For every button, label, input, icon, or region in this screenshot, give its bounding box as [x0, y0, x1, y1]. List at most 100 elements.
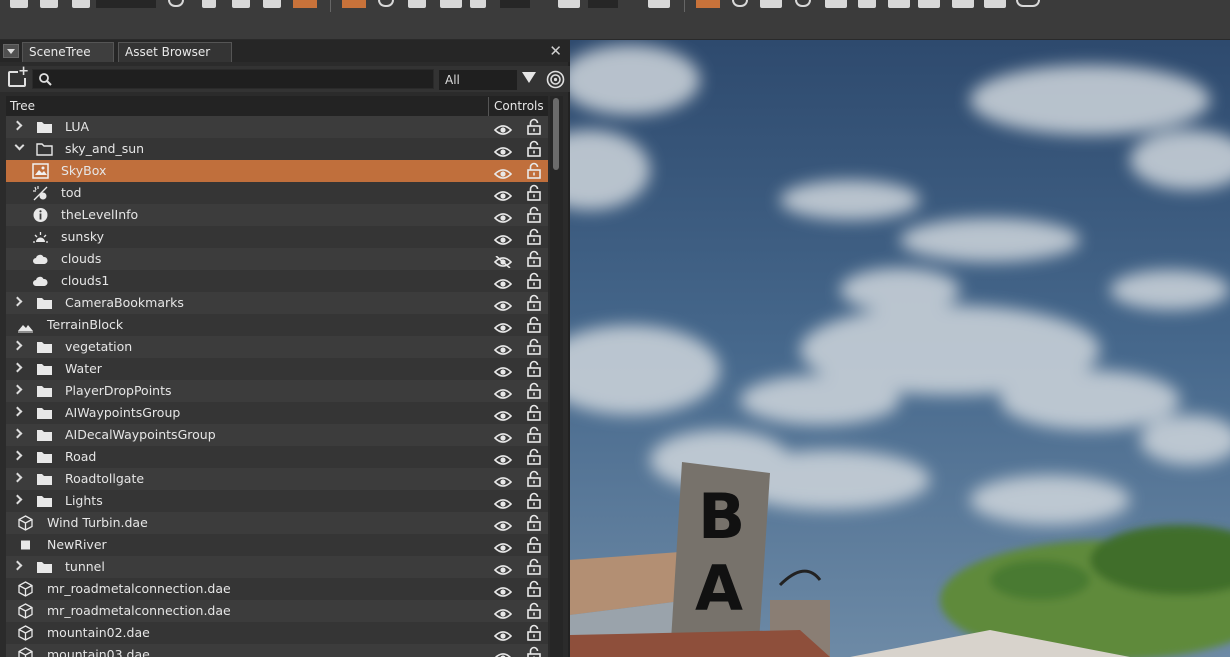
tree-row[interactable]: clouds1 — [6, 270, 548, 292]
unlock-icon[interactable] — [527, 228, 541, 245]
chevron-right-icon[interactable] — [12, 340, 23, 351]
toolbar-road-icon[interactable] — [952, 0, 974, 8]
toolbar-link-icon[interactable] — [760, 0, 782, 8]
chevron-right-icon[interactable] — [12, 406, 23, 417]
close-icon[interactable]: ✕ — [549, 42, 562, 60]
eye-icon[interactable] — [493, 209, 513, 223]
unlock-icon[interactable] — [527, 514, 541, 531]
eye-icon[interactable] — [493, 319, 513, 333]
toolbar-move-icon[interactable] — [440, 0, 462, 8]
tab-asset-browser[interactable]: Asset Browser — [118, 42, 232, 62]
tree-row[interactable]: AIWaypointsGroup — [6, 402, 548, 424]
unlock-icon[interactable] — [527, 206, 541, 223]
toolbar-input-1[interactable] — [500, 0, 530, 8]
tree-row[interactable]: Wind Turbin.dae — [6, 512, 548, 534]
unlock-icon[interactable] — [527, 602, 541, 619]
toolbar-add-icon[interactable] — [263, 0, 281, 8]
eye-icon[interactable] — [493, 187, 513, 201]
unlock-icon[interactable] — [527, 492, 541, 509]
chevron-down-icon[interactable] — [14, 140, 25, 151]
unlock-icon[interactable] — [527, 470, 541, 487]
filter-select[interactable]: All — [439, 70, 517, 90]
unlock-icon[interactable] — [527, 118, 541, 135]
toolbar-circle-icon[interactable] — [795, 0, 811, 7]
toolbar-cube-icon[interactable] — [858, 0, 876, 8]
unlock-icon[interactable] — [527, 360, 541, 377]
unlock-icon[interactable] — [527, 272, 541, 289]
filter-icon[interactable] — [522, 72, 536, 83]
eye-icon[interactable] — [493, 363, 513, 377]
unlock-icon[interactable] — [527, 580, 541, 597]
tree-row[interactable]: mr_roadmetalconnection.dae — [6, 578, 548, 600]
tree-row[interactable]: LUA — [6, 116, 548, 138]
tab-menu-icon[interactable] — [3, 44, 19, 58]
3d-viewport[interactable]: B A — [570, 40, 1230, 657]
toolbar-scale-icon[interactable] — [408, 0, 426, 8]
tree-row[interactable]: mr_roadmetalconnection.dae — [6, 600, 548, 622]
toolbar-new-icon[interactable] — [10, 0, 28, 8]
chevron-right-icon[interactable] — [12, 296, 23, 307]
unlock-icon[interactable] — [527, 316, 541, 333]
toolbar-copy-icon[interactable] — [202, 0, 216, 8]
unlock-icon[interactable] — [527, 140, 541, 157]
toolbar-input-2[interactable] — [588, 0, 618, 8]
tree-row[interactable]: CameraBookmarks — [6, 292, 548, 314]
chevron-right-icon[interactable] — [12, 450, 23, 461]
eye-icon[interactable] — [493, 495, 513, 509]
eye-icon[interactable] — [493, 539, 513, 553]
toolbar-binoculars-icon[interactable] — [1016, 0, 1040, 7]
tree-row[interactable]: SkyBox — [6, 160, 548, 182]
toolbar-cut-icon[interactable] — [168, 0, 184, 7]
tree-row[interactable]: tunnel — [6, 556, 548, 578]
tree-row[interactable]: mountain02.dae — [6, 622, 548, 644]
toolbar-select-icon[interactable] — [696, 0, 720, 8]
eye-icon[interactable] — [493, 231, 513, 245]
chevron-right-icon[interactable] — [12, 384, 23, 395]
chevron-right-icon[interactable] — [12, 560, 23, 571]
eye-icon[interactable] — [493, 297, 513, 311]
tree-row[interactable]: mountain03.dae — [6, 644, 548, 657]
unlock-icon[interactable] — [527, 294, 541, 311]
tree-row[interactable]: Lights — [6, 490, 548, 512]
eye-icon[interactable] — [493, 583, 513, 597]
unlock-icon[interactable] — [527, 162, 541, 179]
toolbar-sphere-icon[interactable] — [732, 0, 748, 7]
eye-icon[interactable] — [493, 341, 513, 355]
chevron-right-icon[interactable] — [12, 362, 23, 373]
eye-icon[interactable] — [493, 385, 513, 399]
unlock-icon[interactable] — [527, 646, 541, 657]
eye-icon[interactable] — [494, 649, 512, 657]
unlock-icon[interactable] — [527, 404, 541, 421]
toolbar-save-icon[interactable] — [72, 0, 90, 8]
toolbar-terrain-icon[interactable] — [888, 0, 910, 8]
tree-row[interactable]: Roadtollgate — [6, 468, 548, 490]
tree-row[interactable]: clouds — [6, 248, 548, 270]
eye-icon[interactable] — [493, 473, 513, 487]
add-folder-icon[interactable] — [8, 66, 29, 87]
unlock-icon[interactable] — [527, 184, 541, 201]
eye-icon[interactable] — [493, 561, 513, 575]
toolbar-bed-icon[interactable] — [293, 0, 317, 8]
tree-row[interactable]: PlayerDropPoints — [6, 380, 548, 402]
unlock-icon[interactable] — [527, 448, 541, 465]
signal-icon[interactable] — [546, 70, 565, 89]
eye-icon[interactable] — [493, 605, 513, 619]
unlock-icon[interactable] — [527, 558, 541, 575]
tree-row[interactable]: vegetation — [6, 336, 548, 358]
chevron-right-icon[interactable] — [12, 494, 23, 505]
tree-row[interactable]: theLevelInfo — [6, 204, 548, 226]
tree-row[interactable]: Road — [6, 446, 548, 468]
eye-icon[interactable] — [493, 165, 513, 179]
tab-scene-tree[interactable]: SceneTree — [22, 42, 114, 62]
tree-row[interactable]: TerrainBlock — [6, 314, 548, 336]
unlock-icon[interactable] — [527, 426, 541, 443]
unlock-icon[interactable] — [527, 250, 541, 267]
eye-icon[interactable] — [493, 451, 513, 465]
toolbar-open-icon[interactable] — [40, 0, 58, 8]
chevron-right-icon[interactable] — [12, 472, 23, 483]
toolbar-bars-icon[interactable] — [470, 0, 486, 8]
toolbar-rotate-icon[interactable] — [378, 0, 394, 7]
eye-icon[interactable] — [493, 429, 513, 443]
tree-row[interactable]: AIDecalWaypointsGroup — [6, 424, 548, 446]
eye-off-icon[interactable] — [493, 253, 513, 269]
